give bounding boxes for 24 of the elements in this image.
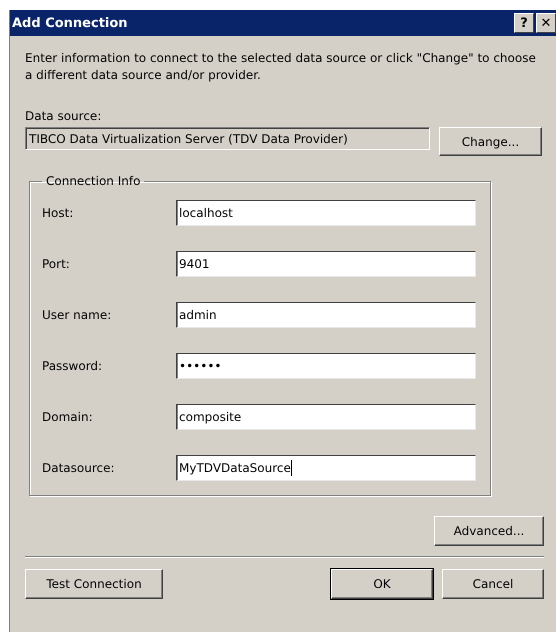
field-label: Domain: [42,410,94,424]
field-label: User name: [42,308,112,322]
advanced-button[interactable]: Advanced... [434,516,544,546]
window-title: Add Connection [12,16,129,30]
input-field[interactable]: composite [176,404,476,430]
field-label: Datasource: [42,461,116,475]
data-source-field: TIBCO Data Virtualization Server (TDV Data Provider) [25,127,430,150]
field-label: Host: [42,206,74,220]
input-field[interactable]: •••••• [176,353,476,379]
change-button[interactable]: Change... [439,127,542,156]
help-button[interactable]: ? [514,13,534,33]
test-connection-button[interactable]: Test Connection [25,569,163,599]
instructions-text: Enter information to connect to the selected data source or click "Change" to choose a different data source and/or provider. [25,50,537,84]
ok-button[interactable]: OK [331,569,433,599]
input-field[interactable]: MyTDVDataSource [176,455,476,481]
input-field[interactable]: 9401 [176,251,476,277]
input-field[interactable]: admin [176,302,476,328]
field-label: Port: [42,257,71,271]
close-button[interactable]: ✕ [536,13,556,33]
input-field[interactable]: localhost [176,200,476,226]
field-label: Password: [42,359,104,373]
data-source-label: Data source: [25,109,102,123]
cancel-button[interactable]: Cancel [442,569,544,599]
group-title: Connection Info [45,174,142,188]
